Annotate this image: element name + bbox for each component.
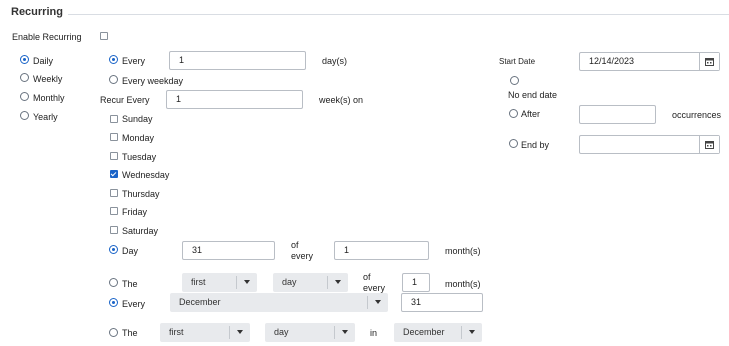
weekday-thursday-label: Thursday	[122, 189, 160, 199]
yearly-day-input[interactable]: 31	[401, 293, 483, 312]
yearly-the-radio[interactable]	[109, 328, 118, 337]
end-by-radio[interactable]	[509, 139, 518, 148]
weekday-monday-checkbox[interactable]	[110, 133, 118, 141]
weekday-friday-label: Friday	[122, 207, 148, 217]
weekly-recur-every-label: Recur Every	[100, 95, 150, 105]
weekday-wednesday-label: Wednesday	[122, 170, 170, 180]
select-divider	[334, 326, 335, 339]
weekday-wednesday-checkbox[interactable]	[110, 170, 118, 178]
end-after-occurrences-input[interactable]	[579, 105, 656, 124]
frequency-daily-label: Daily	[33, 56, 54, 66]
no-end-date-label: No end date	[508, 90, 558, 100]
calendar-icon	[705, 58, 714, 66]
weekly-interval-input[interactable]: 1	[166, 90, 303, 109]
weekday-saturday-label: Saturday	[122, 226, 159, 236]
end-after-label: After	[521, 109, 541, 119]
frequency-monthly-radio[interactable]	[20, 92, 29, 101]
daily-interval-input[interactable]: 1	[169, 51, 306, 70]
start-date-calendar-button[interactable]	[699, 53, 719, 70]
monthly-day-radio[interactable]	[109, 245, 118, 254]
enable-recurring-label: Enable Recurring	[12, 32, 82, 42]
chevron-down-icon	[469, 330, 475, 334]
monthly-months-label-2: month(s)	[445, 279, 481, 289]
monthly-day-label: Day	[122, 246, 139, 256]
yearly-in-label: in	[370, 328, 378, 338]
end-by-calendar-button[interactable]	[699, 136, 719, 153]
weekday-monday-label: Monday	[122, 133, 155, 143]
section-divider	[68, 14, 729, 15]
weekday-tuesday-checkbox[interactable]	[110, 152, 118, 160]
select-divider	[236, 276, 237, 289]
frequency-monthly-label: Monthly	[33, 93, 65, 103]
daily-days-label: day(s)	[322, 56, 348, 66]
yearly-ordinal-value: first	[169, 327, 184, 337]
chevron-down-icon	[237, 330, 243, 334]
monthly-of-every-label-2: of every	[363, 272, 386, 293]
weekday-saturday-checkbox[interactable]	[110, 226, 118, 234]
calendar-icon	[705, 141, 714, 149]
weekday-sunday-label: Sunday	[122, 114, 153, 124]
yearly-month-select-2[interactable]: December	[394, 323, 482, 342]
monthly-months-input-2[interactable]: 1	[402, 273, 430, 292]
section-title: Recurring	[11, 6, 63, 18]
start-date-value: 12/14/2023	[589, 56, 635, 66]
monthly-ordinal-select[interactable]: first	[182, 273, 257, 292]
frequency-weekly-label: Weekly	[33, 74, 63, 84]
monthly-ordinal-value: first	[191, 277, 206, 287]
daily-every-weekday-radio[interactable]	[109, 75, 118, 84]
select-divider	[367, 296, 368, 309]
monthly-months-input[interactable]: 1	[334, 241, 429, 260]
yearly-every-label: Every	[122, 299, 146, 309]
yearly-ordinal-select[interactable]: first	[160, 323, 250, 342]
daily-every-weekday-label: Every weekday	[122, 76, 184, 86]
monthly-day-type-select[interactable]: day	[273, 273, 348, 292]
weekday-thursday-checkbox[interactable]	[110, 189, 118, 197]
yearly-month-select[interactable]: December	[170, 293, 388, 312]
chevron-down-icon	[342, 330, 348, 334]
yearly-month-value: December	[179, 297, 221, 307]
chevron-down-icon	[244, 280, 250, 284]
daily-every-radio[interactable]	[109, 55, 118, 64]
select-divider	[461, 326, 462, 339]
monthly-months-label: month(s)	[445, 246, 481, 256]
start-date-input[interactable]: 12/14/2023	[579, 52, 720, 71]
weekday-tuesday-label: Tuesday	[122, 152, 157, 162]
daily-every-label: Every	[122, 56, 146, 66]
weekday-sunday-checkbox[interactable]	[110, 115, 118, 123]
end-after-radio[interactable]	[509, 109, 518, 118]
select-divider	[229, 326, 230, 339]
frequency-yearly-label: Yearly	[33, 112, 58, 122]
end-by-date-input[interactable]	[579, 135, 720, 154]
enable-recurring-checkbox[interactable]	[100, 32, 108, 40]
weekday-friday-checkbox[interactable]	[110, 207, 118, 215]
chevron-down-icon	[335, 280, 341, 284]
monthly-the-label: The	[122, 279, 138, 289]
monthly-the-radio[interactable]	[109, 278, 118, 287]
select-divider	[327, 276, 328, 289]
monthly-of-every-label: of every	[291, 240, 314, 261]
start-date-label: Start Date	[499, 57, 536, 66]
occurrences-label: occurrences	[672, 110, 722, 120]
chevron-down-icon	[375, 300, 381, 304]
frequency-yearly-radio[interactable]	[20, 111, 29, 120]
frequency-daily-radio[interactable]	[20, 55, 29, 64]
monthly-day-input[interactable]: 31	[182, 241, 275, 260]
weekly-weeks-on-label: week(s) on	[319, 95, 364, 105]
yearly-day-type-value: day	[274, 327, 289, 337]
yearly-month-value-2: December	[403, 327, 445, 337]
frequency-weekly-radio[interactable]	[20, 73, 29, 82]
no-end-date-radio[interactable]	[510, 76, 519, 85]
yearly-the-label: The	[122, 328, 138, 338]
end-by-label: End by	[521, 140, 550, 150]
monthly-day-type-value: day	[282, 277, 297, 287]
yearly-day-type-select[interactable]: day	[265, 323, 355, 342]
yearly-every-radio[interactable]	[109, 298, 118, 307]
